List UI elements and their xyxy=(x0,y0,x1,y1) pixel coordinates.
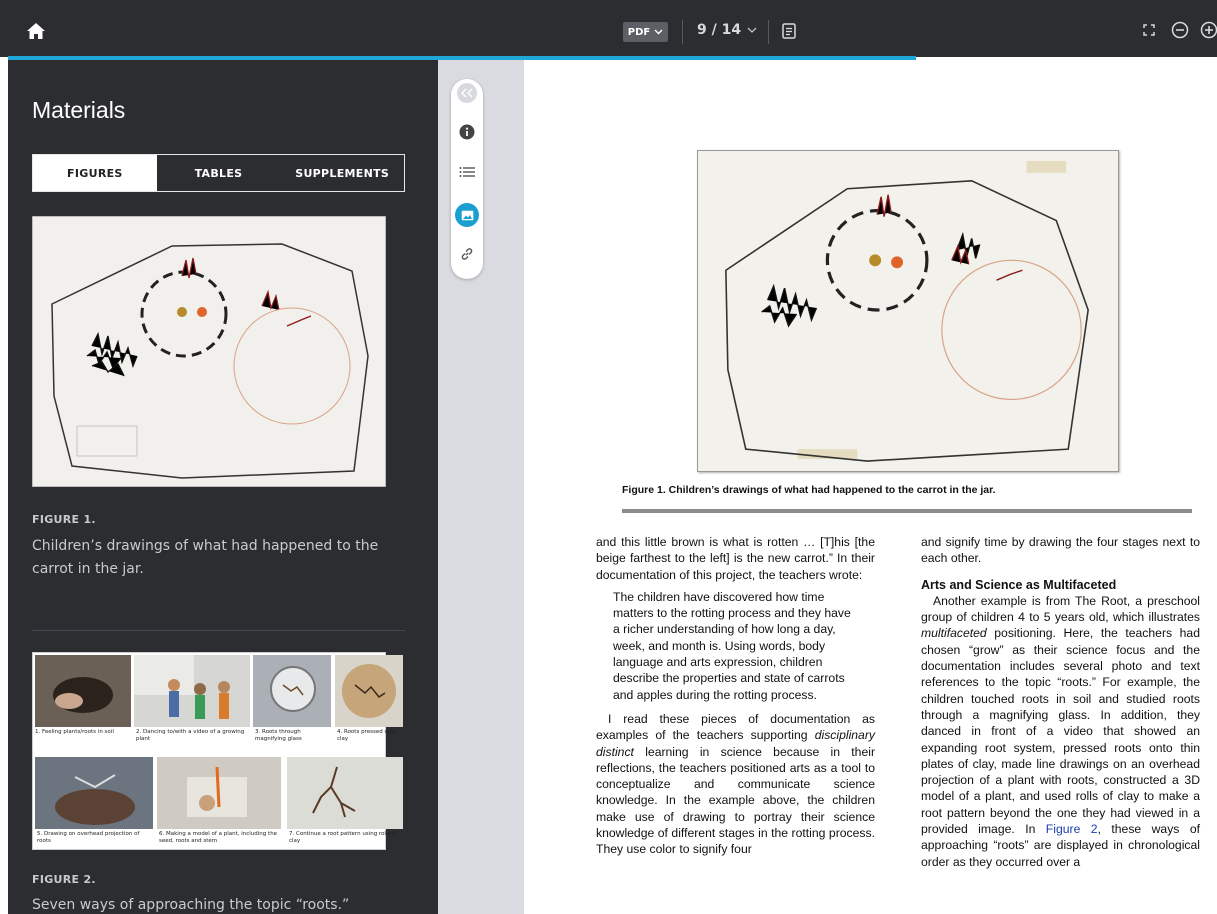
materials-tabs: FIGURES TABLES SUPPLEMENTS xyxy=(32,154,405,192)
toolbar-divider xyxy=(768,20,769,44)
text-column-right: and signify time by drawing the four sta… xyxy=(921,534,1200,870)
caption-rule xyxy=(622,509,1192,513)
format-label: PDF xyxy=(627,26,651,38)
tool-rail xyxy=(451,79,483,279)
figure-1-image xyxy=(697,150,1119,472)
panel-caption: 7. Continue a root pattern using rolls o… xyxy=(289,831,398,844)
info-icon xyxy=(459,124,475,140)
page-select[interactable]: 9 / 14 xyxy=(697,22,757,38)
info-button[interactable] xyxy=(457,122,477,142)
figure-caption: Children’s drawings of what had happened… xyxy=(32,538,379,577)
figure-2-link[interactable]: Figure 2 xyxy=(1046,822,1098,836)
list-icon xyxy=(459,167,475,177)
outline-button[interactable] xyxy=(457,162,477,182)
photo-magnifying-glass xyxy=(253,655,331,727)
figures-button[interactable] xyxy=(455,203,479,227)
block-quote: The children have discovered how time ma… xyxy=(613,589,851,702)
photo-roots-in-soil xyxy=(35,655,131,727)
tab-figures[interactable]: FIGURES xyxy=(33,155,157,191)
figure-caption: Figure 1. Children’s drawings of what ha… xyxy=(622,484,996,496)
panel-caption: 6. Making a model of a plant, including … xyxy=(159,831,278,844)
paragraph: and this little brown is what is rotten … xyxy=(596,535,875,582)
materials-panel: Materials FIGURES TABLES SUPPLEMENTS FIG… xyxy=(8,60,438,914)
figure-caption: Seven ways of approaching the topic “roo… xyxy=(32,897,350,913)
chevron-down-icon xyxy=(654,29,663,35)
zoom-in-icon[interactable] xyxy=(1200,21,1217,39)
panel-caption: 5. Drawing on overhead projection of roo… xyxy=(37,831,140,844)
chevron-down-icon xyxy=(747,27,757,33)
photo-overhead-projection xyxy=(35,757,153,829)
panel-title: Materials xyxy=(32,97,126,123)
divider xyxy=(32,630,405,631)
tab-supplements[interactable]: SUPPLEMENTS xyxy=(280,155,404,191)
zoom-out-icon[interactable] xyxy=(1171,21,1189,39)
figure-1-thumbnail[interactable] xyxy=(32,216,386,487)
image-icon xyxy=(461,210,473,220)
text-column-left: and this little brown is what is rotten … xyxy=(596,534,875,858)
document-icon[interactable] xyxy=(782,23,796,39)
photo-plant-model xyxy=(157,757,281,829)
paragraph: I read these pieces of documentation as … xyxy=(596,711,875,857)
collapse-panel-button[interactable] xyxy=(457,83,477,103)
panel-caption: 4. Roots pressed onto clay xyxy=(337,729,397,742)
home-icon[interactable] xyxy=(26,22,46,40)
panel-caption: 2. Dancing to/with a video of a growing … xyxy=(136,729,245,742)
paragraph: and signify time by drawing the four sta… xyxy=(921,535,1200,566)
tab-tables[interactable]: TABLES xyxy=(157,155,281,191)
figure-label: FIGURE 1. xyxy=(32,513,96,526)
page-indicator: 9 / 14 xyxy=(697,22,742,38)
photo-dancing xyxy=(134,655,250,727)
panel-caption: 1. Feeling plants/roots in soil xyxy=(35,729,114,735)
figure-label: FIGURE 2. xyxy=(32,873,96,886)
figure-2-thumbnail[interactable]: 1. Feeling plants/roots in soil 2. Danci… xyxy=(32,652,403,850)
link-icon xyxy=(461,248,473,260)
toolbar-divider xyxy=(682,20,683,44)
pdf-page: Figure 1. Children’s drawings of what ha… xyxy=(524,60,1217,914)
section-heading: Arts and Science as Multifaceted xyxy=(921,577,1117,592)
photo-clay xyxy=(335,655,403,727)
paragraph: Another example is from The Root, a pres… xyxy=(921,593,1200,869)
format-select[interactable]: PDF xyxy=(623,22,668,42)
top-toolbar: PDF 9 / 14 xyxy=(0,0,1217,57)
photo-root-pattern xyxy=(287,757,403,829)
link-button[interactable] xyxy=(457,244,477,264)
collapse-icon xyxy=(461,88,473,98)
panel-caption: 3. Roots through magnifying glass xyxy=(255,729,302,742)
fullscreen-icon[interactable] xyxy=(1140,21,1158,39)
